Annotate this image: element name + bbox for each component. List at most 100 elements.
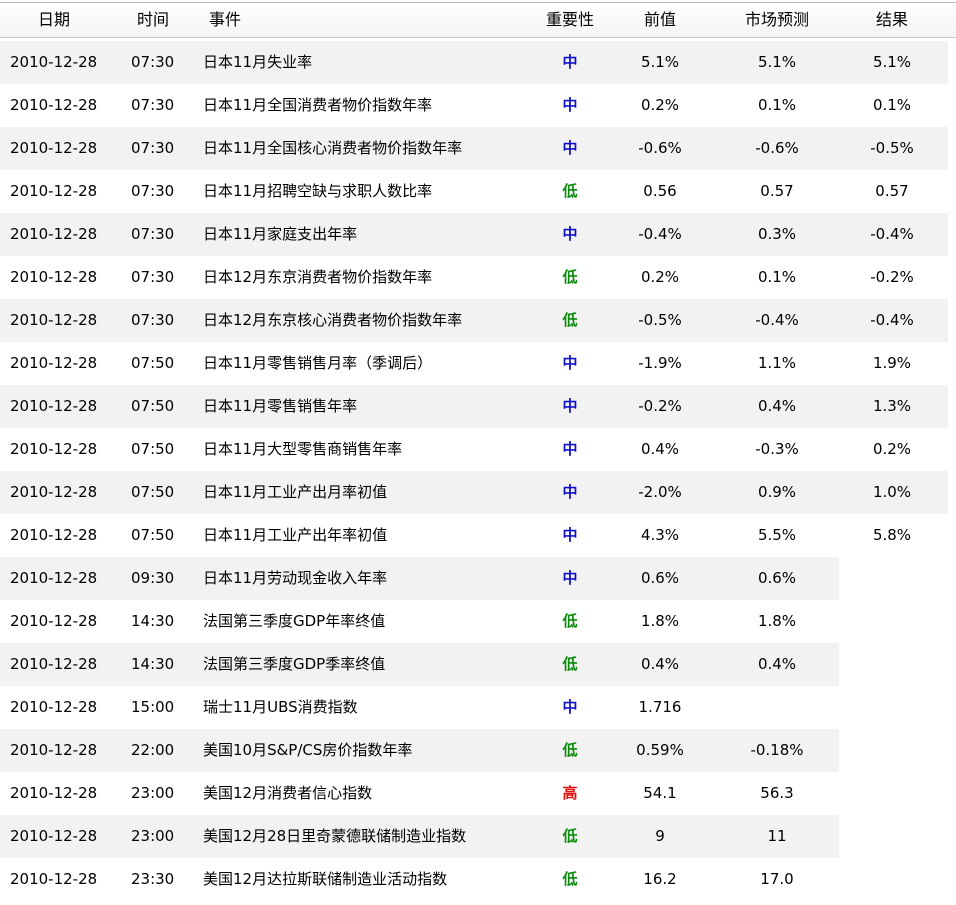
table-header: 日期 时间 事件 重要性 前值 市场预测 结果 [0, 3, 956, 38]
cell-previous: 0.2% [640, 268, 680, 286]
table-row: 2010-12-28 23:00 美国12月28日里奇蒙德联储制造业指数 低 9 11 [0, 815, 956, 858]
table-row: 2010-12-28 07:50 日本11月工业产出月率初值 中 -2.0% 0.9% 1.… [0, 471, 956, 514]
cell-event: 美国12月消费者信心指数 [203, 784, 373, 802]
cell-forecast: 0.4% [757, 397, 797, 415]
table-row: 2010-12-28 07:50 日本11月工业产出年率初值 中 4.3% 5.5% 5.8… [0, 514, 956, 557]
cell-time: 07:50 [131, 440, 175, 458]
cell-time: 07:30 [131, 96, 175, 114]
cell-time: 22:00 [131, 741, 175, 759]
cell-importance: 低 [562, 268, 578, 286]
cell-time: 07:30 [131, 139, 175, 157]
calendar-table-body: 2010-12-28 07:30 日本11月失业率中 5.1% 5.1% 5.1% 2010… [0, 41, 956, 901]
cell-previous: 5.1% [640, 53, 680, 71]
cell-previous: 0.59% [636, 741, 684, 759]
cell-forecast: 56.3 [760, 784, 794, 802]
cell-previous: -0.5% [638, 311, 682, 329]
cell-forecast: 1.1% [757, 354, 797, 372]
cell-date: 2010-12-28 [10, 96, 98, 114]
cell-previous: 1.8% [640, 612, 680, 630]
cell-actual: 5.1% [872, 53, 912, 71]
cell-actual [840, 815, 944, 858]
cell-actual: -0.4% [870, 225, 914, 243]
cell-forecast: 17.0 [760, 870, 794, 888]
cell-event: 日本11月劳动现金收入年率 [203, 569, 388, 587]
cell-date: 2010-12-28 [10, 741, 98, 759]
table-row: 2010-12-28 07:50 日本11月零售销售月率（季调后） 中 -1.9% 1.1… [0, 342, 956, 385]
cell-forecast [718, 686, 836, 729]
header-event: 事件 [209, 10, 242, 29]
table-row: 2010-12-28 23:00 美国12月消费者信心指数 高 54.1 56.3 [0, 772, 956, 815]
cell-date: 2010-12-28 [10, 483, 98, 501]
cell-actual: 0.1% [872, 96, 912, 114]
cell-importance: 中 [562, 526, 578, 544]
cell-actual [840, 858, 944, 901]
cell-event: 日本11月全国核心消费者物价指数年率 [203, 139, 463, 157]
cell-date: 2010-12-28 [10, 53, 98, 71]
cell-actual: 5.8% [872, 526, 912, 544]
cell-importance: 中 [562, 483, 578, 501]
cell-forecast: 0.9% [757, 483, 797, 501]
cell-importance: 中 [562, 53, 578, 71]
cell-time: 07:50 [131, 354, 175, 372]
cell-date: 2010-12-28 [10, 655, 98, 673]
cell-actual: 1.0% [872, 483, 912, 501]
cell-previous: -2.0% [638, 483, 682, 501]
cell-importance: 中 [562, 354, 578, 372]
cell-forecast: 0.6% [757, 569, 797, 587]
cell-forecast: 0.1% [757, 268, 797, 286]
cell-event: 日本11月全国消费者物价指数年率 [203, 96, 433, 114]
header-importance: 重要性 [545, 10, 594, 29]
cell-time: 07:30 [131, 182, 175, 200]
cell-time: 14:30 [131, 655, 175, 673]
cell-date: 2010-12-28 [10, 827, 98, 845]
cell-date: 2010-12-28 [10, 354, 98, 372]
cell-actual: 0.57 [875, 182, 909, 200]
cell-importance: 中 [562, 225, 578, 243]
cell-date: 2010-12-28 [10, 182, 98, 200]
cell-actual: -0.4% [870, 311, 914, 329]
cell-time: 07:50 [131, 483, 175, 501]
header-date: 日期 [38, 10, 71, 29]
cell-actual [840, 729, 944, 772]
cell-previous: -0.2% [638, 397, 682, 415]
header-previous: 前值 [643, 10, 676, 29]
cell-importance: 低 [562, 311, 578, 329]
row-stripe [0, 729, 839, 772]
table-row: 2010-12-28 07:30 日本11月招聘空缺与求职人数比率 低 0.56 0.57… [0, 170, 956, 213]
table-row: 2010-12-28 07:30 日本11月全国核心消费者物价指数年率 中 -0.6% -… [0, 127, 956, 170]
cell-actual: 1.9% [872, 354, 912, 372]
cell-time: 07:30 [131, 311, 175, 329]
cell-previous: 16.2 [643, 870, 677, 888]
cell-date: 2010-12-28 [10, 225, 98, 243]
cell-previous: 0.6% [640, 569, 680, 587]
cell-time: 23:30 [131, 870, 175, 888]
cell-importance: 中 [562, 397, 578, 415]
cell-previous: 0.2% [640, 96, 680, 114]
cell-event: 法国第三季度GDP年率终值 [203, 612, 386, 630]
cell-forecast: -0.18% [750, 741, 804, 759]
cell-date: 2010-12-28 [10, 311, 98, 329]
cell-actual [840, 643, 944, 686]
cell-time: 09:30 [131, 569, 175, 587]
table-row: 2010-12-28 07:50 日本11月零售销售年率 中 -0.2% 0.4% 1.3% [0, 385, 956, 428]
cell-time: 07:50 [131, 397, 175, 415]
cell-forecast: 0.3% [757, 225, 797, 243]
cell-importance: 中 [562, 698, 578, 716]
cell-date: 2010-12-28 [10, 440, 98, 458]
cell-actual [840, 686, 944, 729]
cell-event: 日本11月失业率 [203, 53, 313, 71]
cell-importance: 低 [562, 612, 578, 630]
cell-actual [840, 557, 944, 600]
cell-date: 2010-12-28 [10, 139, 98, 157]
cell-time: 07:30 [131, 225, 175, 243]
cell-forecast: -0.3% [755, 440, 799, 458]
cell-forecast: 0.4% [757, 655, 797, 673]
cell-forecast: 1.8% [757, 612, 797, 630]
cell-event: 日本11月招聘空缺与求职人数比率 [203, 182, 433, 200]
cell-event: 日本11月家庭支出年率 [203, 225, 358, 243]
header-time: 时间 [137, 10, 170, 29]
cell-importance: 中 [562, 139, 578, 157]
cell-previous: 1.716 [638, 698, 682, 716]
cell-previous: 0.4% [640, 655, 680, 673]
cell-time: 14:30 [131, 612, 175, 630]
